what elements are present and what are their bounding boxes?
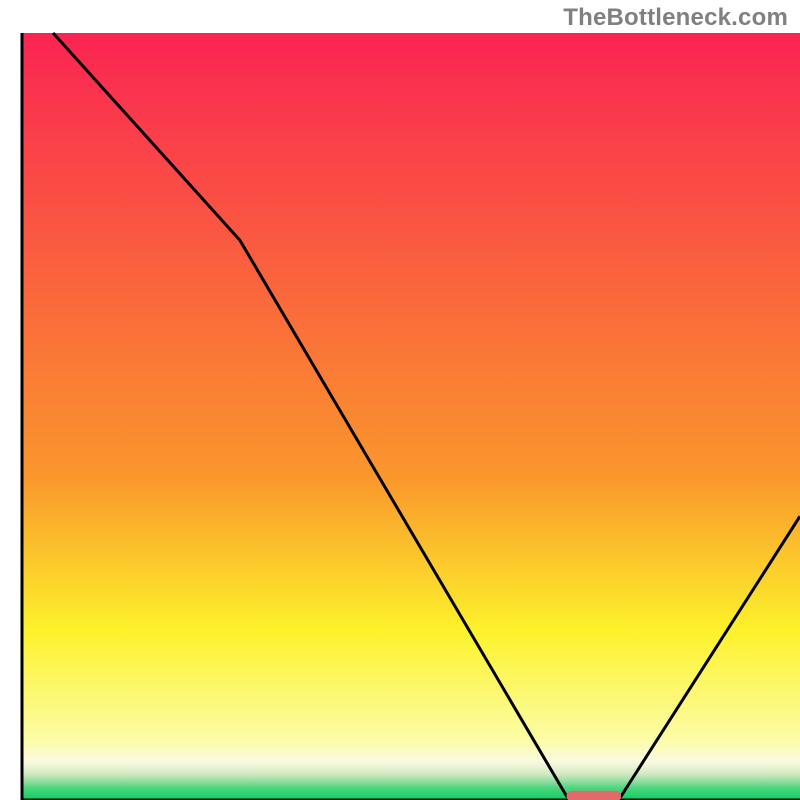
- watermark-text: TheBottleneck.com: [563, 4, 788, 32]
- bottleneck-chart: [0, 0, 800, 800]
- optimal-marker: [567, 791, 621, 800]
- chart-wrapper: TheBottleneck.com: [0, 0, 800, 800]
- plot-background: [22, 33, 800, 800]
